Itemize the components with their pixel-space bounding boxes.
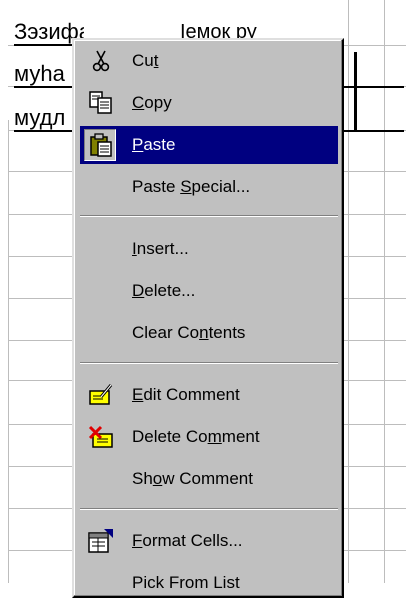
cell-border [354, 52, 357, 132]
menu-item-edit-comment[interactable]: Edit Comment [80, 376, 338, 414]
menu-item-pick-from-list[interactable]: Pick From List [80, 564, 338, 602]
menu-item-clear-contents[interactable]: Clear Contents [80, 314, 338, 352]
context-menu: Cut Copy Paste Paste Special... Insert..… [72, 38, 344, 598]
menu-item-cut[interactable]: Cut [80, 42, 338, 80]
menu-item-delete-comment[interactable]: Delete Comment [80, 418, 338, 456]
copy-icon [88, 90, 114, 116]
menu-item-insert[interactable]: Insert... [80, 230, 338, 268]
cell-text[interactable]: мудл [14, 106, 78, 130]
cell-border [344, 86, 404, 88]
grid-line [8, 120, 9, 583]
edit-comment-icon [88, 382, 114, 408]
menu-separator [80, 508, 338, 510]
menu-item-label: Pick From List [132, 573, 240, 592]
scissors-icon [88, 48, 114, 74]
menu-item-label: Edit Comment [132, 385, 240, 404]
menu-item-paste[interactable]: Paste [80, 126, 338, 164]
menu-item-format-cells[interactable]: Format Cells... [80, 522, 338, 560]
menu-item-label: Paste [132, 135, 176, 154]
paste-icon [88, 132, 114, 158]
menu-item-label: Clear Contents [132, 323, 246, 342]
menu-item-paste-special[interactable]: Paste Special... [80, 168, 338, 206]
menu-separator [80, 362, 338, 364]
menu-item-label: Show Comment [132, 469, 253, 488]
menu-item-label: Paste Special... [132, 177, 251, 196]
menu-item-label: Copy [132, 93, 172, 112]
menu-separator [80, 215, 338, 217]
menu-item-label: Insert... [132, 239, 189, 258]
delete-comment-icon [88, 424, 114, 450]
cell-border [344, 130, 404, 132]
cell-text[interactable]: муһа [14, 62, 78, 86]
menu-item-label: Delete... [132, 281, 196, 300]
menu-item-label: Cut [132, 51, 159, 70]
menu-item-copy[interactable]: Copy [80, 84, 338, 122]
menu-item-label: Format Cells... [132, 531, 243, 550]
menu-item-show-comment[interactable]: Show Comment [80, 460, 338, 498]
menu-item-delete[interactable]: Delete... [80, 272, 338, 310]
menu-item-label: Delete Comment [132, 427, 260, 446]
format-cells-icon [88, 528, 114, 554]
